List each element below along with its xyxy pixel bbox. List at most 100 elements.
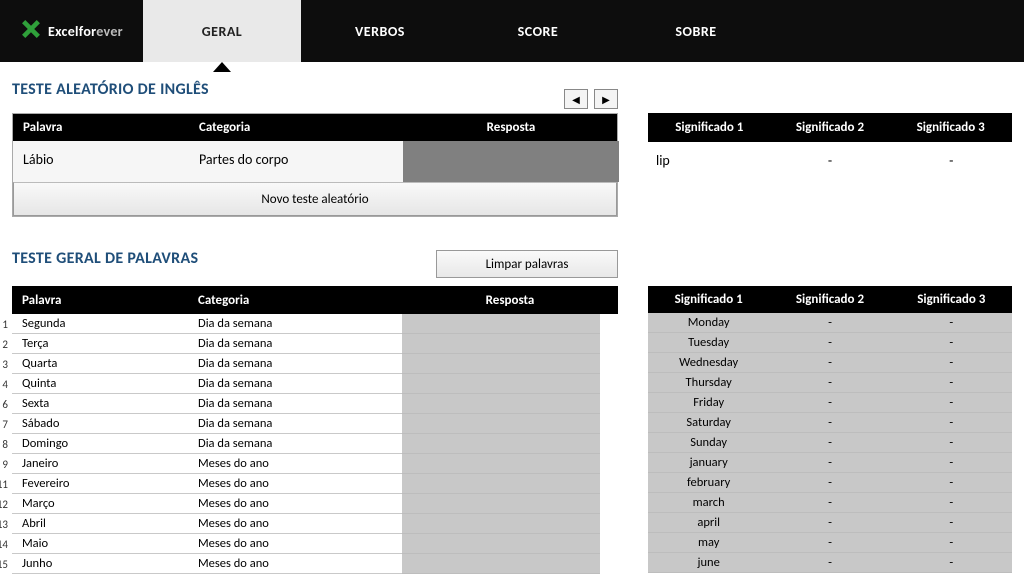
col-word: Palavra <box>12 287 188 314</box>
col-category: Categoria <box>188 287 402 314</box>
table-row: 13AbrilMeses do ano <box>0 514 618 534</box>
meaning-3: - <box>891 473 1012 493</box>
clear-words-button[interactable]: Limpar palavras <box>436 250 618 278</box>
col-meaning-1: Significado 1 <box>649 114 770 141</box>
table-row: Tuesday-- <box>648 333 1012 353</box>
meaning-3: - <box>891 453 1012 473</box>
answer-input[interactable] <box>402 454 600 474</box>
answer-input[interactable] <box>402 414 600 434</box>
category-cell: Meses do ano <box>188 494 402 514</box>
row-number: 11 <box>0 474 12 494</box>
table-row: Monday-- <box>648 313 1012 333</box>
new-random-test-button[interactable]: Novo teste aleatório <box>13 182 617 216</box>
tab-score[interactable]: SCORE <box>459 0 617 62</box>
prev-button[interactable]: ◀ <box>564 89 588 109</box>
meaning-2: - <box>769 493 890 513</box>
answer-input[interactable] <box>402 474 600 494</box>
word-cell: Domingo <box>12 434 188 454</box>
category-cell: Meses do ano <box>188 514 402 534</box>
random-category: Partes do corpo <box>189 141 403 182</box>
meaning-3: - <box>891 533 1012 553</box>
answer-input[interactable] <box>402 314 600 334</box>
table-row: Thursday-- <box>648 373 1012 393</box>
row-number: 1 <box>0 314 12 334</box>
tab-geral[interactable]: GERAL <box>143 0 301 62</box>
table-row: 9JaneiroMeses do ano <box>0 454 618 474</box>
brand-text: Excelforever <box>48 23 123 40</box>
tab-verbos[interactable]: VERBOS <box>301 0 459 62</box>
random-meaning-1: lip <box>648 142 769 179</box>
table-row: february-- <box>648 473 1012 493</box>
meaning-1: Thursday <box>648 373 769 393</box>
row-number: 6 <box>0 394 12 414</box>
answer-input[interactable] <box>402 494 600 514</box>
word-cell: Fevereiro <box>12 474 188 494</box>
category-cell: Meses do ano <box>188 554 402 574</box>
tab-sobre[interactable]: SOBRE <box>617 0 775 62</box>
word-test-table: Palavra Categoria Resposta 1SegundaDia d… <box>12 286 618 574</box>
meaning-2: - <box>769 413 890 433</box>
random-test-header: Palavra Categoria Resposta <box>13 114 617 141</box>
answer-input[interactable] <box>402 514 600 534</box>
table-row: 11FevereiroMeses do ano <box>0 474 618 494</box>
word-meanings-table: Significado 1 Significado 2 Significado … <box>648 286 1012 574</box>
answer-input[interactable] <box>402 534 600 554</box>
category-cell: Dia da semana <box>188 394 402 414</box>
meaning-1: june <box>648 553 769 573</box>
table-row: january-- <box>648 453 1012 473</box>
row-number: 2 <box>0 334 12 354</box>
meaning-1: january <box>648 453 769 473</box>
answer-input[interactable] <box>402 374 600 394</box>
table-row: 2TerçaDia da semana <box>0 334 618 354</box>
meaning-3: - <box>891 433 1012 453</box>
row-number: 14 <box>0 534 12 554</box>
col-meaning-3: Significado 3 <box>891 286 1012 313</box>
brand-part-2: for <box>79 23 96 40</box>
table-row: 7SábadoDia da semana <box>0 414 618 434</box>
meaning-3: - <box>891 553 1012 573</box>
answer-input[interactable] <box>402 434 600 454</box>
answer-input[interactable] <box>402 554 600 574</box>
word-cell: Março <box>12 494 188 514</box>
random-meaning-2: - <box>769 142 890 179</box>
next-button[interactable]: ▶ <box>594 89 618 109</box>
col-meaning-2: Significado 2 <box>770 114 891 141</box>
row-number: 7 <box>0 414 12 434</box>
meaning-3: - <box>891 513 1012 533</box>
meaning-2: - <box>769 473 890 493</box>
word-cell: Janeiro <box>12 454 188 474</box>
row-number: 8 <box>0 434 12 454</box>
main-tabs: GERAL VERBOS SCORE SOBRE <box>143 0 775 62</box>
random-test-card: Palavra Categoria Resposta Lábio Partes … <box>12 113 618 217</box>
table-row: 1SegundaDia da semana <box>0 314 618 334</box>
random-word: Lábio <box>13 141 189 182</box>
table-row: 6SextaDia da semana <box>0 394 618 414</box>
random-test-title: TESTE ALEATÓRIO DE INGLÊS <box>12 80 209 99</box>
meaning-2: - <box>769 313 890 333</box>
meaning-1: Monday <box>648 313 769 333</box>
meaning-1: Wednesday <box>648 353 769 373</box>
meaning-3: - <box>891 313 1012 333</box>
table-row: 14MaioMeses do ano <box>0 534 618 554</box>
table-row: Sunday-- <box>648 433 1012 453</box>
random-answer-input[interactable] <box>403 141 619 182</box>
word-cell: Junho <box>12 554 188 574</box>
meaning-1: Friday <box>648 393 769 413</box>
meaning-2: - <box>769 333 890 353</box>
answer-input[interactable] <box>402 354 600 374</box>
meaning-2: - <box>769 553 890 573</box>
answer-input[interactable] <box>402 394 600 414</box>
triangle-right-icon: ▶ <box>602 93 610 106</box>
answer-input[interactable] <box>402 334 600 354</box>
word-cell: Quinta <box>12 374 188 394</box>
category-cell: Dia da semana <box>188 434 402 454</box>
table-row: Wednesday-- <box>648 353 1012 373</box>
col-meaning-2: Significado 2 <box>769 286 890 313</box>
meaning-2: - <box>769 433 890 453</box>
meaning-3: - <box>891 373 1012 393</box>
category-cell: Meses do ano <box>188 474 402 494</box>
category-cell: Meses do ano <box>188 534 402 554</box>
category-cell: Meses do ano <box>188 454 402 474</box>
category-cell: Dia da semana <box>188 354 402 374</box>
random-meanings-header: Significado 1 Significado 2 Significado … <box>648 113 1012 142</box>
